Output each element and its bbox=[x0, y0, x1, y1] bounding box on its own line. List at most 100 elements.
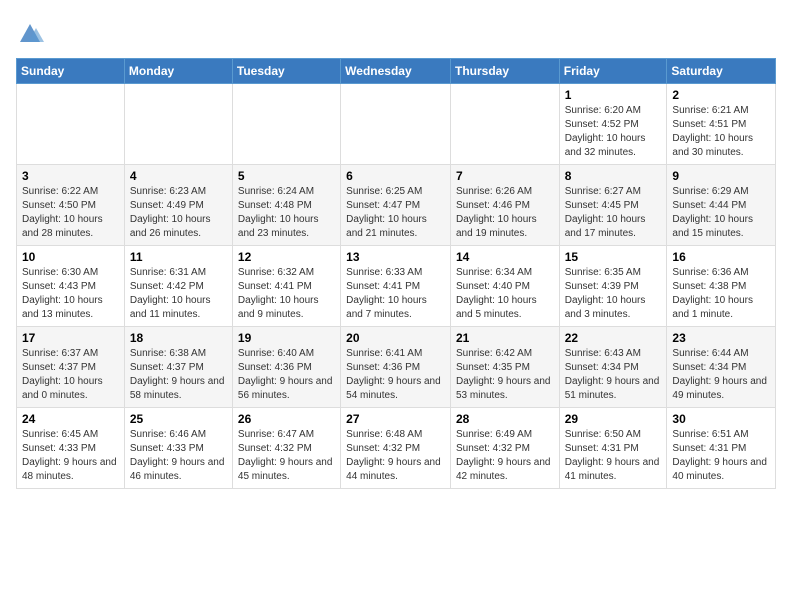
day-cell bbox=[341, 84, 451, 165]
day-cell: 30 Sunrise: 6:51 AM Sunset: 4:31 PM Dayli… bbox=[667, 408, 776, 489]
day-info: Sunrise: 6:27 AM Sunset: 4:45 PM Dayligh… bbox=[565, 185, 662, 241]
day-number: 9 bbox=[672, 169, 770, 183]
day-header-saturday: Saturday bbox=[667, 59, 776, 84]
day-cell: 25 Sunrise: 6:46 AM Sunset: 4:33 PM Dayli… bbox=[124, 408, 232, 489]
day-number: 11 bbox=[130, 250, 227, 264]
day-cell: 19 Sunrise: 6:40 AM Sunset: 4:36 PM Dayli… bbox=[232, 327, 340, 408]
week-row-1: 1 Sunrise: 6:20 AM Sunset: 4:52 PM Daylig… bbox=[17, 84, 776, 165]
day-cell: 8 Sunrise: 6:27 AM Sunset: 4:45 PM Daylig… bbox=[559, 165, 667, 246]
day-info: Sunrise: 6:24 AM Sunset: 4:48 PM Dayligh… bbox=[238, 185, 335, 241]
day-number: 5 bbox=[238, 169, 335, 183]
day-info: Sunrise: 6:25 AM Sunset: 4:47 PM Dayligh… bbox=[346, 185, 445, 241]
day-cell: 9 Sunrise: 6:29 AM Sunset: 4:44 PM Daylig… bbox=[667, 165, 776, 246]
day-cell: 13 Sunrise: 6:33 AM Sunset: 4:41 PM Dayli… bbox=[341, 246, 451, 327]
day-info: Sunrise: 6:29 AM Sunset: 4:44 PM Dayligh… bbox=[672, 185, 770, 241]
day-number: 24 bbox=[22, 412, 119, 426]
day-number: 13 bbox=[346, 250, 445, 264]
day-number: 12 bbox=[238, 250, 335, 264]
day-number: 7 bbox=[456, 169, 554, 183]
day-number: 17 bbox=[22, 331, 119, 345]
day-info: Sunrise: 6:36 AM Sunset: 4:38 PM Dayligh… bbox=[672, 266, 770, 322]
day-info: Sunrise: 6:40 AM Sunset: 4:36 PM Dayligh… bbox=[238, 347, 335, 403]
day-info: Sunrise: 6:47 AM Sunset: 4:32 PM Dayligh… bbox=[238, 428, 335, 484]
day-cell: 11 Sunrise: 6:31 AM Sunset: 4:42 PM Dayli… bbox=[124, 246, 232, 327]
day-cell: 26Sunrise: 6:47 AM Sunset: 4:32 PM Dayli… bbox=[232, 408, 340, 489]
day-number: 29 bbox=[565, 412, 662, 426]
day-header-tuesday: Tuesday bbox=[232, 59, 340, 84]
day-info: Sunrise: 6:22 AM Sunset: 4:50 PM Dayligh… bbox=[22, 185, 119, 241]
day-cell: 3Sunrise: 6:22 AM Sunset: 4:50 PM Daylig… bbox=[17, 165, 125, 246]
day-info: Sunrise: 6:45 AM Sunset: 4:33 PM Dayligh… bbox=[22, 428, 119, 484]
day-cell: 21 Sunrise: 6:42 AM Sunset: 4:35 PM Dayli… bbox=[450, 327, 559, 408]
day-number: 25 bbox=[130, 412, 227, 426]
day-info: Sunrise: 6:26 AM Sunset: 4:46 PM Dayligh… bbox=[456, 185, 554, 241]
day-cell: 2 Sunrise: 6:21 AM Sunset: 4:51 PM Daylig… bbox=[667, 84, 776, 165]
logo-icon bbox=[16, 20, 44, 48]
day-info: Sunrise: 6:20 AM Sunset: 4:52 PM Dayligh… bbox=[565, 104, 662, 160]
day-number: 4 bbox=[130, 169, 227, 183]
logo bbox=[16, 20, 48, 48]
day-number: 18 bbox=[130, 331, 227, 345]
day-header-monday: Monday bbox=[124, 59, 232, 84]
day-cell: 16 Sunrise: 6:36 AM Sunset: 4:38 PM Dayli… bbox=[667, 246, 776, 327]
day-cell: 17 Sunrise: 6:37 AM Sunset: 4:37 PM Dayli… bbox=[17, 327, 125, 408]
day-info: Sunrise: 6:30 AM Sunset: 4:43 PM Dayligh… bbox=[22, 266, 119, 322]
week-row-4: 17 Sunrise: 6:37 AM Sunset: 4:37 PM Dayli… bbox=[17, 327, 776, 408]
day-info: Sunrise: 6:46 AM Sunset: 4:33 PM Dayligh… bbox=[130, 428, 227, 484]
day-header-friday: Friday bbox=[559, 59, 667, 84]
day-number: 21 bbox=[456, 331, 554, 345]
day-number: 27 bbox=[346, 412, 445, 426]
day-cell: 20 Sunrise: 6:41 AM Sunset: 4:36 PM Dayli… bbox=[341, 327, 451, 408]
day-number: 1 bbox=[565, 88, 662, 102]
day-cell: 24 Sunrise: 6:45 AM Sunset: 4:33 PM Dayli… bbox=[17, 408, 125, 489]
header-row: SundayMondayTuesdayWednesdayThursdayFrid… bbox=[17, 59, 776, 84]
day-info: Sunrise: 6:31 AM Sunset: 4:42 PM Dayligh… bbox=[130, 266, 227, 322]
day-info: Sunrise: 6:37 AM Sunset: 4:37 PM Dayligh… bbox=[22, 347, 119, 403]
day-cell: 14Sunrise: 6:34 AM Sunset: 4:40 PM Dayli… bbox=[450, 246, 559, 327]
day-info: Sunrise: 6:35 AM Sunset: 4:39 PM Dayligh… bbox=[565, 266, 662, 322]
week-row-3: 10 Sunrise: 6:30 AM Sunset: 4:43 PM Dayli… bbox=[17, 246, 776, 327]
week-row-5: 24 Sunrise: 6:45 AM Sunset: 4:33 PM Dayli… bbox=[17, 408, 776, 489]
day-info: Sunrise: 6:44 AM Sunset: 4:34 PM Dayligh… bbox=[672, 347, 770, 403]
day-number: 2 bbox=[672, 88, 770, 102]
day-info: Sunrise: 6:32 AM Sunset: 4:41 PM Dayligh… bbox=[238, 266, 335, 322]
header bbox=[16, 16, 776, 48]
day-info: Sunrise: 6:49 AM Sunset: 4:32 PM Dayligh… bbox=[456, 428, 554, 484]
day-info: Sunrise: 6:51 AM Sunset: 4:31 PM Dayligh… bbox=[672, 428, 770, 484]
day-number: 22 bbox=[565, 331, 662, 345]
day-info: Sunrise: 6:50 AM Sunset: 4:31 PM Dayligh… bbox=[565, 428, 662, 484]
day-number: 19 bbox=[238, 331, 335, 345]
day-number: 14 bbox=[456, 250, 554, 264]
day-cell: 23 Sunrise: 6:44 AM Sunset: 4:34 PM Dayli… bbox=[667, 327, 776, 408]
day-number: 15 bbox=[565, 250, 662, 264]
day-cell: 12 Sunrise: 6:32 AM Sunset: 4:41 PM Dayli… bbox=[232, 246, 340, 327]
day-number: 6 bbox=[346, 169, 445, 183]
day-info: Sunrise: 6:33 AM Sunset: 4:41 PM Dayligh… bbox=[346, 266, 445, 322]
day-cell: 10 Sunrise: 6:30 AM Sunset: 4:43 PM Dayli… bbox=[17, 246, 125, 327]
day-cell: 18 Sunrise: 6:38 AM Sunset: 4:37 PM Dayli… bbox=[124, 327, 232, 408]
week-row-2: 3Sunrise: 6:22 AM Sunset: 4:50 PM Daylig… bbox=[17, 165, 776, 246]
day-cell bbox=[17, 84, 125, 165]
day-number: 10 bbox=[22, 250, 119, 264]
day-cell bbox=[232, 84, 340, 165]
day-info: Sunrise: 6:42 AM Sunset: 4:35 PM Dayligh… bbox=[456, 347, 554, 403]
day-number: 16 bbox=[672, 250, 770, 264]
day-header-thursday: Thursday bbox=[450, 59, 559, 84]
day-info: Sunrise: 6:41 AM Sunset: 4:36 PM Dayligh… bbox=[346, 347, 445, 403]
day-header-wednesday: Wednesday bbox=[341, 59, 451, 84]
day-number: 30 bbox=[672, 412, 770, 426]
day-info: Sunrise: 6:38 AM Sunset: 4:37 PM Dayligh… bbox=[130, 347, 227, 403]
day-cell: 7 Sunrise: 6:26 AM Sunset: 4:46 PM Daylig… bbox=[450, 165, 559, 246]
day-number: 23 bbox=[672, 331, 770, 345]
day-info: Sunrise: 6:43 AM Sunset: 4:34 PM Dayligh… bbox=[565, 347, 662, 403]
day-info: Sunrise: 6:21 AM Sunset: 4:51 PM Dayligh… bbox=[672, 104, 770, 160]
day-number: 8 bbox=[565, 169, 662, 183]
day-cell: 27Sunrise: 6:48 AM Sunset: 4:32 PM Dayli… bbox=[341, 408, 451, 489]
day-cell: 6 Sunrise: 6:25 AM Sunset: 4:47 PM Daylig… bbox=[341, 165, 451, 246]
day-number: 20 bbox=[346, 331, 445, 345]
day-cell: 5 Sunrise: 6:24 AM Sunset: 4:48 PM Daylig… bbox=[232, 165, 340, 246]
day-header-sunday: Sunday bbox=[17, 59, 125, 84]
day-cell: 4Sunrise: 6:23 AM Sunset: 4:49 PM Daylig… bbox=[124, 165, 232, 246]
day-cell: 1 Sunrise: 6:20 AM Sunset: 4:52 PM Daylig… bbox=[559, 84, 667, 165]
calendar-table: SundayMondayTuesdayWednesdayThursdayFrid… bbox=[16, 58, 776, 489]
